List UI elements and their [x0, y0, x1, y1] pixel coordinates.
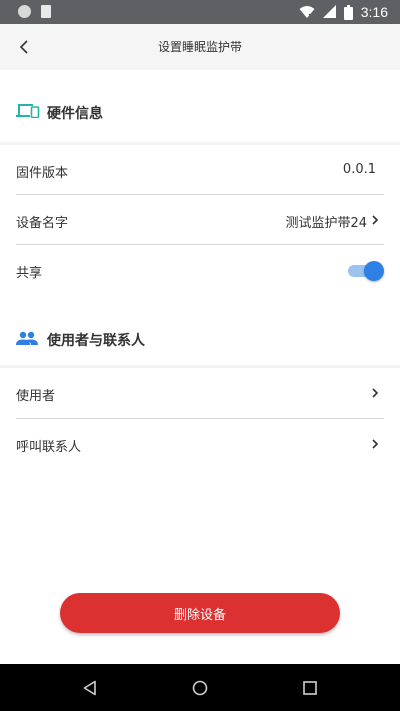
- status-bar: 3:16: [0, 0, 400, 24]
- nav-back-button[interactable]: [79, 677, 101, 699]
- sd-card-icon: [41, 5, 51, 18]
- system-nav-bar: [0, 664, 400, 711]
- people-icon: [16, 331, 38, 345]
- app-header: 设置睡眠监护带: [0, 24, 400, 70]
- call-contact-row[interactable]: 呼叫联系人: [0, 419, 400, 469]
- page-title: 设置睡眠监护带: [157, 40, 242, 54]
- devices-icon: [16, 104, 40, 118]
- user-row[interactable]: 使用者: [0, 368, 400, 418]
- wifi-icon: [299, 6, 315, 19]
- call-contact-label: 呼叫联系人: [16, 440, 82, 455]
- share-label: 共享: [16, 266, 43, 281]
- triangle-back-icon: [83, 680, 96, 696]
- battery-icon: [343, 4, 353, 20]
- status-time: 3:16: [360, 4, 388, 20]
- signal-icon: [322, 5, 336, 18]
- chevron-right-icon: [372, 388, 379, 398]
- firmware-version-label: 固件版本: [16, 166, 69, 181]
- nav-recents-button[interactable]: [299, 677, 321, 699]
- chevron-right-icon: [372, 215, 379, 225]
- device-name-row[interactable]: 设备名字 测试监护带24: [0, 195, 400, 245]
- chevron-right-icon: [372, 439, 379, 449]
- hardware-section-title: 硬件信息: [47, 106, 103, 122]
- user-label: 使用者: [16, 389, 56, 404]
- firmware-version-row: 固件版本 0.0.1: [0, 145, 400, 195]
- share-toggle-thumb: [364, 261, 384, 281]
- device-name-label: 设备名字: [16, 216, 69, 231]
- hardware-section-header: 硬件信息: [0, 70, 400, 142]
- delete-device-button[interactable]: 删除设备: [60, 593, 340, 633]
- circle-home-icon: [192, 680, 208, 696]
- share-toggle[interactable]: [348, 261, 384, 281]
- share-row: 共享: [0, 245, 400, 295]
- users-section-title: 使用者与联系人: [47, 333, 145, 349]
- device-name-value: 测试监护带24: [285, 216, 367, 231]
- users-section-header: 使用者与联系人: [0, 295, 400, 367]
- notification-dot-icon: [18, 5, 31, 18]
- firmware-version-value: 0.0.1: [342, 162, 376, 177]
- nav-home-button[interactable]: [189, 677, 211, 699]
- square-recents-icon: [303, 681, 317, 695]
